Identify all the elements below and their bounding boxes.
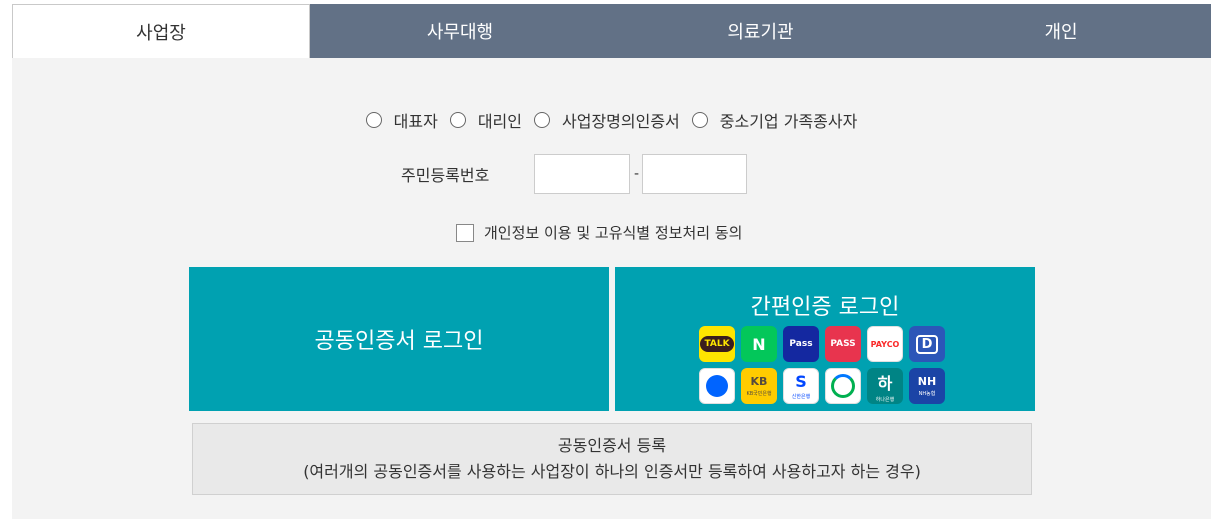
provider-icon-text: NH xyxy=(917,375,937,388)
digital-one-pass-icon[interactable]: D xyxy=(909,326,945,362)
provider-icon-text: D xyxy=(915,334,939,354)
provider-icon-text: KB xyxy=(750,375,768,388)
radio-circle-icon[interactable] xyxy=(449,112,466,128)
register-cert-title: 공동인증서 등록 xyxy=(557,436,667,455)
provider-icon-text: PASS xyxy=(830,339,856,349)
radio-label: 대리인 xyxy=(477,112,522,131)
pass-icon[interactable]: PASS xyxy=(825,326,861,362)
joint-cert-login-label: 공동인증서 로그인 xyxy=(314,329,484,354)
tab-individual[interactable]: 개인 xyxy=(911,4,1211,58)
provider-icon-text: Pass xyxy=(789,339,813,349)
consent-checkbox[interactable] xyxy=(456,223,474,242)
rrn-back-input[interactable] xyxy=(642,154,747,194)
login-panel: 대표자 대리인 사업장명의인증서 중소기업 가족종사자 주민등록번호 - 개인정… xyxy=(12,58,1211,519)
register-cert-button[interactable]: 공동인증서 등록 (여러개의 공동인증서를 사용하는 사업장이 하나의 인증서만… xyxy=(192,423,1032,495)
radio-representative[interactable]: 대표자 xyxy=(365,108,438,132)
radio-circle-icon[interactable] xyxy=(534,112,550,128)
provider-row: KB KB국민은행 S 신한은행 하하나은행 NH NH농협 xyxy=(699,368,951,404)
nh-bank-icon[interactable]: NH NH농협 xyxy=(909,368,945,404)
tab-bar: 사업장 사무대행 의료기관 개인 xyxy=(12,4,1211,58)
provider-icon-subtext: NH농협 xyxy=(918,391,936,397)
radio-business-cert[interactable]: 사업장명의인증서 xyxy=(534,108,680,132)
rrn-front-input[interactable] xyxy=(534,154,630,194)
role-radio-group: 대표자 대리인 사업장명의인증서 중소기업 가족종사자 xyxy=(12,108,1211,132)
provider-icon-text: S xyxy=(795,372,807,391)
kakao-talk-icon[interactable]: TALK xyxy=(699,326,735,362)
provider-icon-subtext: 하나은행 xyxy=(875,396,895,403)
provider-icon-grid: TALK N Pass PASS PAYCO D KB KB국민은행 S 신한은행 하 하나은행 NH… xyxy=(699,326,951,410)
provider-icon-text: PAYCO xyxy=(870,339,900,349)
consent-label: 개인정보 이용 및 고유식별 정보처리 동의 xyxy=(484,224,743,242)
rrn-label: 주민등록번호 xyxy=(401,166,490,185)
tab-business[interactable]: 사업장 xyxy=(12,4,310,58)
naver-icon[interactable]: N xyxy=(741,326,777,362)
register-cert-description: (여러개의 공동인증서를 사용하는 사업장이 하나의 인증서만 등록하여 사용하… xyxy=(303,462,921,481)
tab-medical[interactable]: 의료기관 xyxy=(610,4,911,58)
joint-cert-login-button[interactable]: 공동인증서 로그인 xyxy=(189,267,609,411)
toss-icon[interactable] xyxy=(699,368,735,404)
hana-bank-icon[interactable]: 하하나은행 xyxy=(867,368,903,404)
radio-agent[interactable]: 대리인 xyxy=(449,108,522,132)
provider-icon-text xyxy=(706,375,728,397)
shinhan-bank-icon[interactable]: S 신한은행 xyxy=(783,368,819,404)
provider-icon-text: N xyxy=(752,334,766,354)
radio-family-worker[interactable]: 중소기업 가족종사자 xyxy=(691,108,858,132)
radio-circle-icon[interactable] xyxy=(691,112,708,128)
payco-icon[interactable]: PAYCO xyxy=(867,326,903,362)
page: 사업장 사무대행 의료기관 개인 대표자 대리인 사업장명의인증서 중소기업 가… xyxy=(0,0,1219,519)
tab-agency[interactable]: 사무대행 xyxy=(310,4,610,58)
simple-auth-login-label: 간편인증 로그인 xyxy=(750,295,900,320)
radio-circle-icon[interactable] xyxy=(365,112,382,128)
rrn-separator: - xyxy=(634,166,640,182)
kb-bank-icon[interactable]: KB KB국민은행 xyxy=(741,368,777,404)
consent-checkbox-row[interactable]: 개인정보 이용 및 고유식별 정보처리 동의 xyxy=(456,222,742,243)
radio-label: 대표자 xyxy=(393,112,438,131)
provider-icon-text: TALK xyxy=(700,336,734,352)
radio-label: 중소기업 가족종사자 xyxy=(719,112,858,131)
provider-row: TALK N Pass PASS PAYCO D xyxy=(699,326,951,362)
provider-icon-text: 하 xyxy=(877,373,893,393)
radio-label: 사업장명의인증서 xyxy=(562,112,680,131)
provider-icon-subtext: 신한은행 xyxy=(791,394,811,400)
simple-auth-login-button[interactable]: 간편인증 로그인 TALK N Pass PASS PAYCO D KB KB국민은행 S 신한… xyxy=(615,267,1035,411)
provider-icon-subtext: KB국민은행 xyxy=(746,391,772,397)
woori-bank-icon[interactable] xyxy=(825,368,861,404)
samsung-pass-icon[interactable]: Pass xyxy=(783,326,819,362)
provider-icon-text xyxy=(831,374,855,398)
